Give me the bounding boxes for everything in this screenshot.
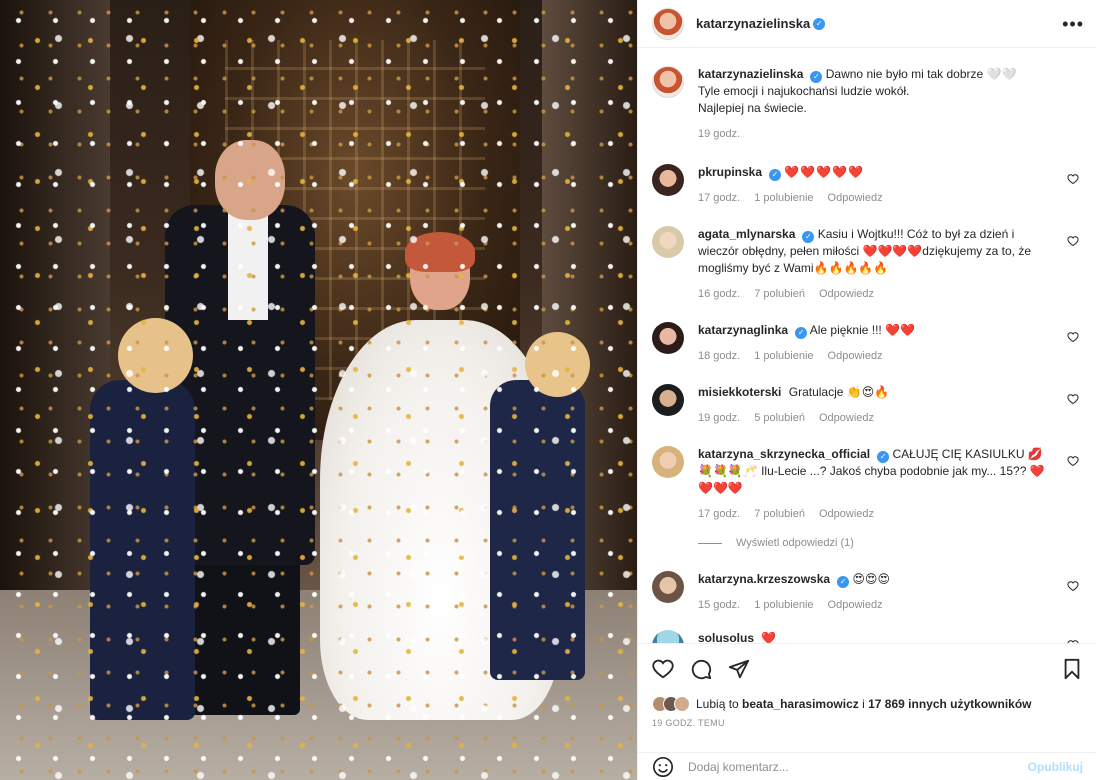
comment-bubble-icon[interactable]	[690, 658, 712, 680]
comment-text: ❤️	[761, 631, 777, 643]
commenter-avatar[interactable]	[652, 630, 684, 643]
likes-connector: i	[862, 697, 865, 711]
likes-count[interactable]: 17 869 innych użytkowników	[868, 697, 1031, 711]
comment-item: solusolus ❤️	[652, 630, 1083, 643]
comment-username[interactable]: agata_mlynarska	[698, 227, 795, 241]
post-header: katarzynazielinska ✓ •••	[638, 0, 1096, 48]
liker-username[interactable]: beata_harasimowicz	[742, 697, 859, 711]
comment-composer: Opublikuj	[638, 752, 1096, 780]
comment-username[interactable]: katarzyna.krzeszowska	[698, 572, 830, 586]
caption-line-2: Tyle emocji i najukochańsi ludzie wokół.	[698, 84, 910, 98]
comment-username[interactable]: misiekkoterski	[698, 385, 781, 399]
reply-button[interactable]: Odpowiedz	[828, 599, 883, 611]
comment-input[interactable]	[688, 759, 1028, 774]
author-avatar[interactable]	[652, 7, 684, 40]
reply-button[interactable]: Odpowiedz	[828, 192, 883, 204]
author-username[interactable]: katarzynazielinska	[696, 16, 810, 31]
like-comment-heart-icon[interactable]	[1067, 331, 1079, 343]
comment-item: katarzynaglinka ✓ Ale pięknie !!! ❤️❤️ 18…	[652, 322, 1083, 365]
like-comment-heart-icon[interactable]	[1067, 235, 1079, 247]
likes-summary[interactable]: Lubią to beata_harasimowicz i 17 869 inn…	[652, 696, 1083, 712]
post-timestamp: 19 GODZ. TEMU	[652, 718, 725, 728]
verified-badge-icon: ✓	[877, 451, 890, 463]
like-comment-heart-icon[interactable]	[1067, 580, 1079, 592]
comment-text: ❤️❤️❤️❤️❤️	[784, 165, 865, 179]
comment-time: 17 godz.	[698, 508, 741, 520]
comment-item: pkrupinska ✓ ❤️❤️❤️❤️❤️ 17 godz. 1 polubie…	[652, 164, 1083, 207]
comment-likes[interactable]: 5 polubień	[754, 412, 805, 424]
commenter-avatar[interactable]	[652, 384, 684, 416]
caption: katarzynazielinska ✓ Dawno nie było mi ta…	[652, 66, 1083, 143]
comment-likes[interactable]: 1 polubienie	[754, 599, 813, 611]
like-comment-heart-icon[interactable]	[1067, 173, 1079, 185]
post-photo[interactable]	[0, 0, 637, 780]
post-side-panel: katarzynazielinska ✓ ••• katarzynazielin…	[637, 0, 1096, 780]
caption-time: 19 godz.	[698, 128, 741, 140]
verified-badge-icon: ✓	[837, 576, 850, 588]
caption-avatar[interactable]	[652, 66, 684, 98]
comment-item: katarzyna_skrzynecka_official ✓ CAŁUJĘ CI…	[652, 446, 1083, 523]
like-heart-icon[interactable]	[652, 658, 674, 680]
comment-time: 17 godz.	[698, 192, 741, 204]
comment-likes[interactable]: 7 polubień	[754, 288, 805, 300]
comment-text: Gratulacje 👏😍🔥	[788, 385, 890, 399]
comment-text: 😍😍😍	[852, 572, 890, 586]
verified-badge-icon: ✓	[769, 169, 782, 181]
commenter-avatar[interactable]	[652, 322, 684, 354]
commenter-avatar[interactable]	[652, 571, 684, 603]
comment-item: katarzyna.krzeszowska ✓ 😍😍😍 15 godz. 1 pol…	[652, 571, 1083, 614]
verified-badge-icon: ✓	[810, 71, 823, 83]
publish-button[interactable]: Opublikuj	[1028, 760, 1083, 774]
save-bookmark-icon[interactable]	[1061, 658, 1083, 680]
comment-username[interactable]: solusolus	[698, 631, 754, 643]
reply-button[interactable]: Odpowiedz	[819, 288, 874, 300]
replies-divider	[698, 542, 722, 544]
comment-username[interactable]: pkrupinska	[698, 165, 762, 179]
comment-likes[interactable]: 7 polubień	[754, 508, 805, 520]
comment-time: 18 godz.	[698, 350, 741, 362]
post-actions: Lubią to beata_harasimowicz i 17 869 inn…	[638, 643, 1096, 728]
like-comment-heart-icon[interactable]	[1067, 455, 1079, 467]
caption-line-3: Najlepiej na świecie.	[698, 101, 807, 115]
commenter-avatar[interactable]	[652, 446, 684, 478]
photo-confetti	[0, 0, 637, 780]
comment-username[interactable]: katarzyna_skrzynecka_official	[698, 447, 870, 461]
liker-avatar	[674, 696, 690, 712]
verified-badge-icon: ✓	[813, 17, 826, 30]
comment-username[interactable]: katarzynaglinka	[698, 323, 788, 337]
view-replies-button[interactable]: Wyświetl odpowiedzi (1)	[698, 537, 1083, 549]
comment-time: 15 godz.	[698, 599, 741, 611]
liker-avatars	[652, 696, 690, 712]
share-paper-plane-icon[interactable]	[728, 658, 750, 680]
comment-likes[interactable]: 1 polubienie	[754, 350, 813, 362]
emoji-smiley-icon[interactable]	[652, 756, 674, 778]
comments-list[interactable]: katarzynazielinska ✓ Dawno nie było mi ta…	[638, 48, 1096, 643]
commenter-avatar[interactable]	[652, 226, 684, 258]
caption-username[interactable]: katarzynazielinska	[698, 67, 803, 81]
reply-button[interactable]: Odpowiedz	[819, 412, 874, 424]
commenter-avatar[interactable]	[652, 164, 684, 196]
reply-button[interactable]: Odpowiedz	[819, 508, 874, 520]
verified-badge-icon: ✓	[802, 231, 815, 243]
comment-likes[interactable]: 1 polubienie	[754, 192, 813, 204]
reply-button[interactable]: Odpowiedz	[828, 350, 883, 362]
verified-badge-icon: ✓	[795, 327, 808, 339]
caption-line-1: Dawno nie było mi tak dobrze 🤍🤍	[825, 67, 1017, 81]
comment-time: 19 godz.	[698, 412, 741, 424]
comment-text: Ale pięknie !!! ❤️❤️	[809, 323, 915, 337]
likes-prefix: Lubią to	[696, 697, 739, 711]
comment-item: misiekkoterski Gratulacje 👏😍🔥 19 godz. 5 …	[652, 384, 1083, 427]
comment-item: agata_mlynarska ✓ Kasiu i Wojtku!!! Cóż t…	[652, 226, 1083, 303]
comment-time: 16 godz.	[698, 288, 741, 300]
more-options-icon[interactable]: •••	[1062, 15, 1084, 33]
view-replies-label: Wyświetl odpowiedzi (1)	[736, 537, 854, 549]
like-comment-heart-icon[interactable]	[1067, 393, 1079, 405]
